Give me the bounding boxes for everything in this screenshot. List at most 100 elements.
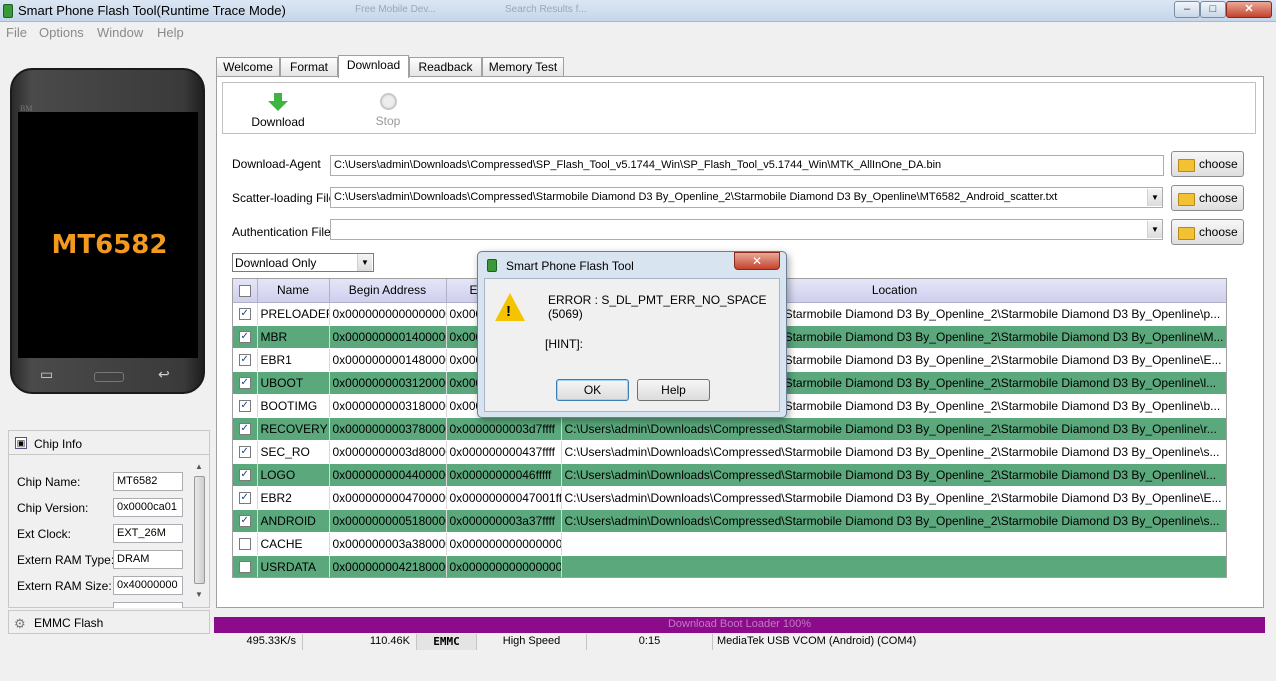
table-row[interactable]: ✓ EBR2 0x0000000004700000 0x00000000047001f…	[233, 486, 1226, 510]
dialog-title: Smart Phone Flash Tool	[506, 259, 634, 273]
menu-help[interactable]: Help	[157, 25, 184, 40]
tab-welcome[interactable]: Welcome	[216, 57, 280, 77]
menu-window[interactable]: Window	[97, 25, 143, 40]
help-button[interactable]: Help	[637, 379, 710, 401]
choose-label: choose	[1199, 157, 1238, 171]
dialog-body: ! ERROR : S_DL_PMT_ERR_NO_SPACE (5069) […	[484, 278, 780, 412]
checkbox[interactable]	[238, 561, 251, 574]
maximize-button[interactable]: □	[1200, 1, 1226, 18]
begin-address: 0x000000003a380000	[329, 532, 447, 556]
scroll-down-icon[interactable]: ▼	[195, 590, 203, 599]
minimize-button[interactable]: –	[1174, 1, 1200, 18]
hint-text: [HINT]:	[545, 337, 583, 351]
ghost-tab-2: Search Results f...	[505, 4, 587, 15]
checkbox[interactable]: ✓	[238, 423, 251, 436]
table-row[interactable]: ✓ LOGO 0x0000000004400000 0x00000000046ffff…	[233, 463, 1226, 487]
auth-dropdown-arrow[interactable]: ▼	[1147, 221, 1162, 238]
col-begin-address[interactable]: Begin Address	[329, 279, 447, 303]
partition-name: BOOTIMG	[257, 394, 330, 418]
choose-auth-button[interactable]: choose	[1171, 219, 1244, 245]
emmc-flash-panel[interactable]: ⚙ EMMC Flash	[8, 610, 210, 634]
partition-name: LOGO	[257, 463, 330, 487]
menu-file[interactable]: File	[6, 25, 27, 40]
col-name[interactable]: Name	[257, 279, 330, 303]
table-row[interactable]: ✓ ANDROID 0x0000000005180000 0x000000003a37…	[233, 509, 1226, 533]
checkbox[interactable]: ✓	[238, 515, 251, 528]
select-all-checkbox[interactable]	[233, 279, 258, 303]
begin-address: 0x0000000001480000	[329, 348, 447, 372]
chip-version-label: Chip Version:	[17, 501, 89, 515]
tab-readback[interactable]: Readback	[409, 57, 482, 77]
phone-brand: BM	[20, 104, 33, 113]
menu-options[interactable]: Options	[39, 25, 84, 40]
choose-agent-button[interactable]: choose	[1171, 151, 1244, 177]
tab-download[interactable]: Download	[338, 55, 409, 78]
chip-info-scrollbar[interactable]: ▲ ▼	[192, 462, 208, 602]
status-time: 0:15	[587, 634, 713, 650]
chip-info-header[interactable]: ▣ Chip Info	[9, 431, 209, 455]
row-checkbox[interactable]: ✓	[233, 463, 258, 487]
checkbox[interactable]: ✓	[238, 446, 251, 459]
table-row[interactable]: USRDATA 0x0000000042180000 0x0000000000000…	[233, 555, 1226, 577]
row-checkbox[interactable]: ✓	[233, 486, 258, 510]
checkbox[interactable]: ✓	[238, 492, 251, 505]
download-mode-value: Download Only	[235, 256, 317, 270]
begin-address: 0x0000000003120000	[329, 371, 447, 395]
end-address: 0x0000000000000000	[446, 532, 562, 556]
download-button[interactable]: Download	[248, 93, 308, 129]
menu-key-icon: ▭	[40, 366, 54, 382]
row-checkbox[interactable]: ✓	[233, 371, 258, 395]
checkbox[interactable]: ✓	[238, 331, 251, 344]
scatter-dropdown-arrow[interactable]: ▼	[1147, 189, 1162, 206]
download-agent-field[interactable]: C:\Users\admin\Downloads\Compressed\SP_F…	[330, 155, 1164, 176]
row-checkbox[interactable]: ✓	[233, 325, 258, 349]
checkbox[interactable]: ✓	[238, 308, 251, 321]
row-checkbox[interactable]: ✓	[233, 509, 258, 533]
auth-file-label: Authentication File	[232, 225, 331, 239]
table-row[interactable]: ✓ SEC_RO 0x0000000003d80000 0x000000000437f…	[233, 440, 1226, 464]
file-location	[561, 532, 1226, 556]
chip-version-value: 0x0000ca01	[113, 498, 183, 517]
tab-format[interactable]: Format	[280, 57, 338, 77]
ext-clock-value: EXT_26M	[113, 524, 183, 543]
row-checkbox[interactable]: ✓	[233, 394, 258, 418]
row-checkbox[interactable]: ✓	[233, 417, 258, 441]
error-dialog: Smart Phone Flash Tool ✕ ! ERROR : S_DL_…	[477, 251, 787, 418]
close-window-button[interactable]: ✕	[1226, 1, 1272, 18]
row-checkbox[interactable]	[233, 555, 258, 577]
mode-dropdown-arrow[interactable]: ▼	[357, 254, 372, 271]
scroll-up-icon[interactable]: ▲	[195, 462, 203, 471]
partition-name: PRELOADER	[257, 302, 330, 326]
end-address: 0x000000003a37ffff	[446, 509, 562, 533]
checkbox[interactable]: ✓	[238, 354, 251, 367]
folder-icon	[1178, 227, 1195, 240]
ok-button[interactable]: OK	[556, 379, 629, 401]
row-checkbox[interactable]	[233, 532, 258, 556]
toolbar: Download Stop	[222, 82, 1256, 134]
ram-size-value: 0x40000000	[113, 576, 183, 595]
status-storage: EMMC	[417, 634, 477, 650]
choose-scatter-button[interactable]: choose	[1171, 185, 1244, 211]
partition-name: ANDROID	[257, 509, 330, 533]
table-row[interactable]: ✓ RECOVERY 0x0000000003780000 0x0000000003d…	[233, 417, 1226, 441]
checkbox[interactable]: ✓	[238, 377, 251, 390]
scatter-file-field[interactable]: C:\Users\admin\Downloads\Compressed\Star…	[330, 187, 1163, 208]
folder-icon	[1178, 193, 1195, 206]
checkbox[interactable]: ✓	[238, 469, 251, 482]
ghost-tab-1: Free Mobile Dev...	[355, 4, 436, 15]
table-row[interactable]: CACHE 0x000000003a380000 0x000000000000000…	[233, 532, 1226, 556]
title-bar: Smart Phone Flash Tool(Runtime Trace Mod…	[0, 0, 1276, 22]
dialog-close-button[interactable]: ✕	[734, 252, 780, 270]
row-checkbox[interactable]: ✓	[233, 302, 258, 326]
checkbox[interactable]: ✓	[238, 400, 251, 413]
file-location: C:\Users\admin\Downloads\Compressed\Star…	[561, 486, 1226, 510]
row-checkbox[interactable]: ✓	[233, 348, 258, 372]
tab-memory-test[interactable]: Memory Test	[482, 57, 564, 77]
stop-button[interactable]: Stop	[363, 93, 413, 128]
end-address: 0x000000000437ffff	[446, 440, 562, 464]
download-mode-select[interactable]: Download Only ▼	[232, 253, 374, 272]
row-checkbox[interactable]: ✓	[233, 440, 258, 464]
auth-file-field[interactable]	[330, 219, 1163, 240]
checkbox[interactable]	[238, 538, 251, 551]
scroll-thumb[interactable]	[194, 476, 205, 584]
